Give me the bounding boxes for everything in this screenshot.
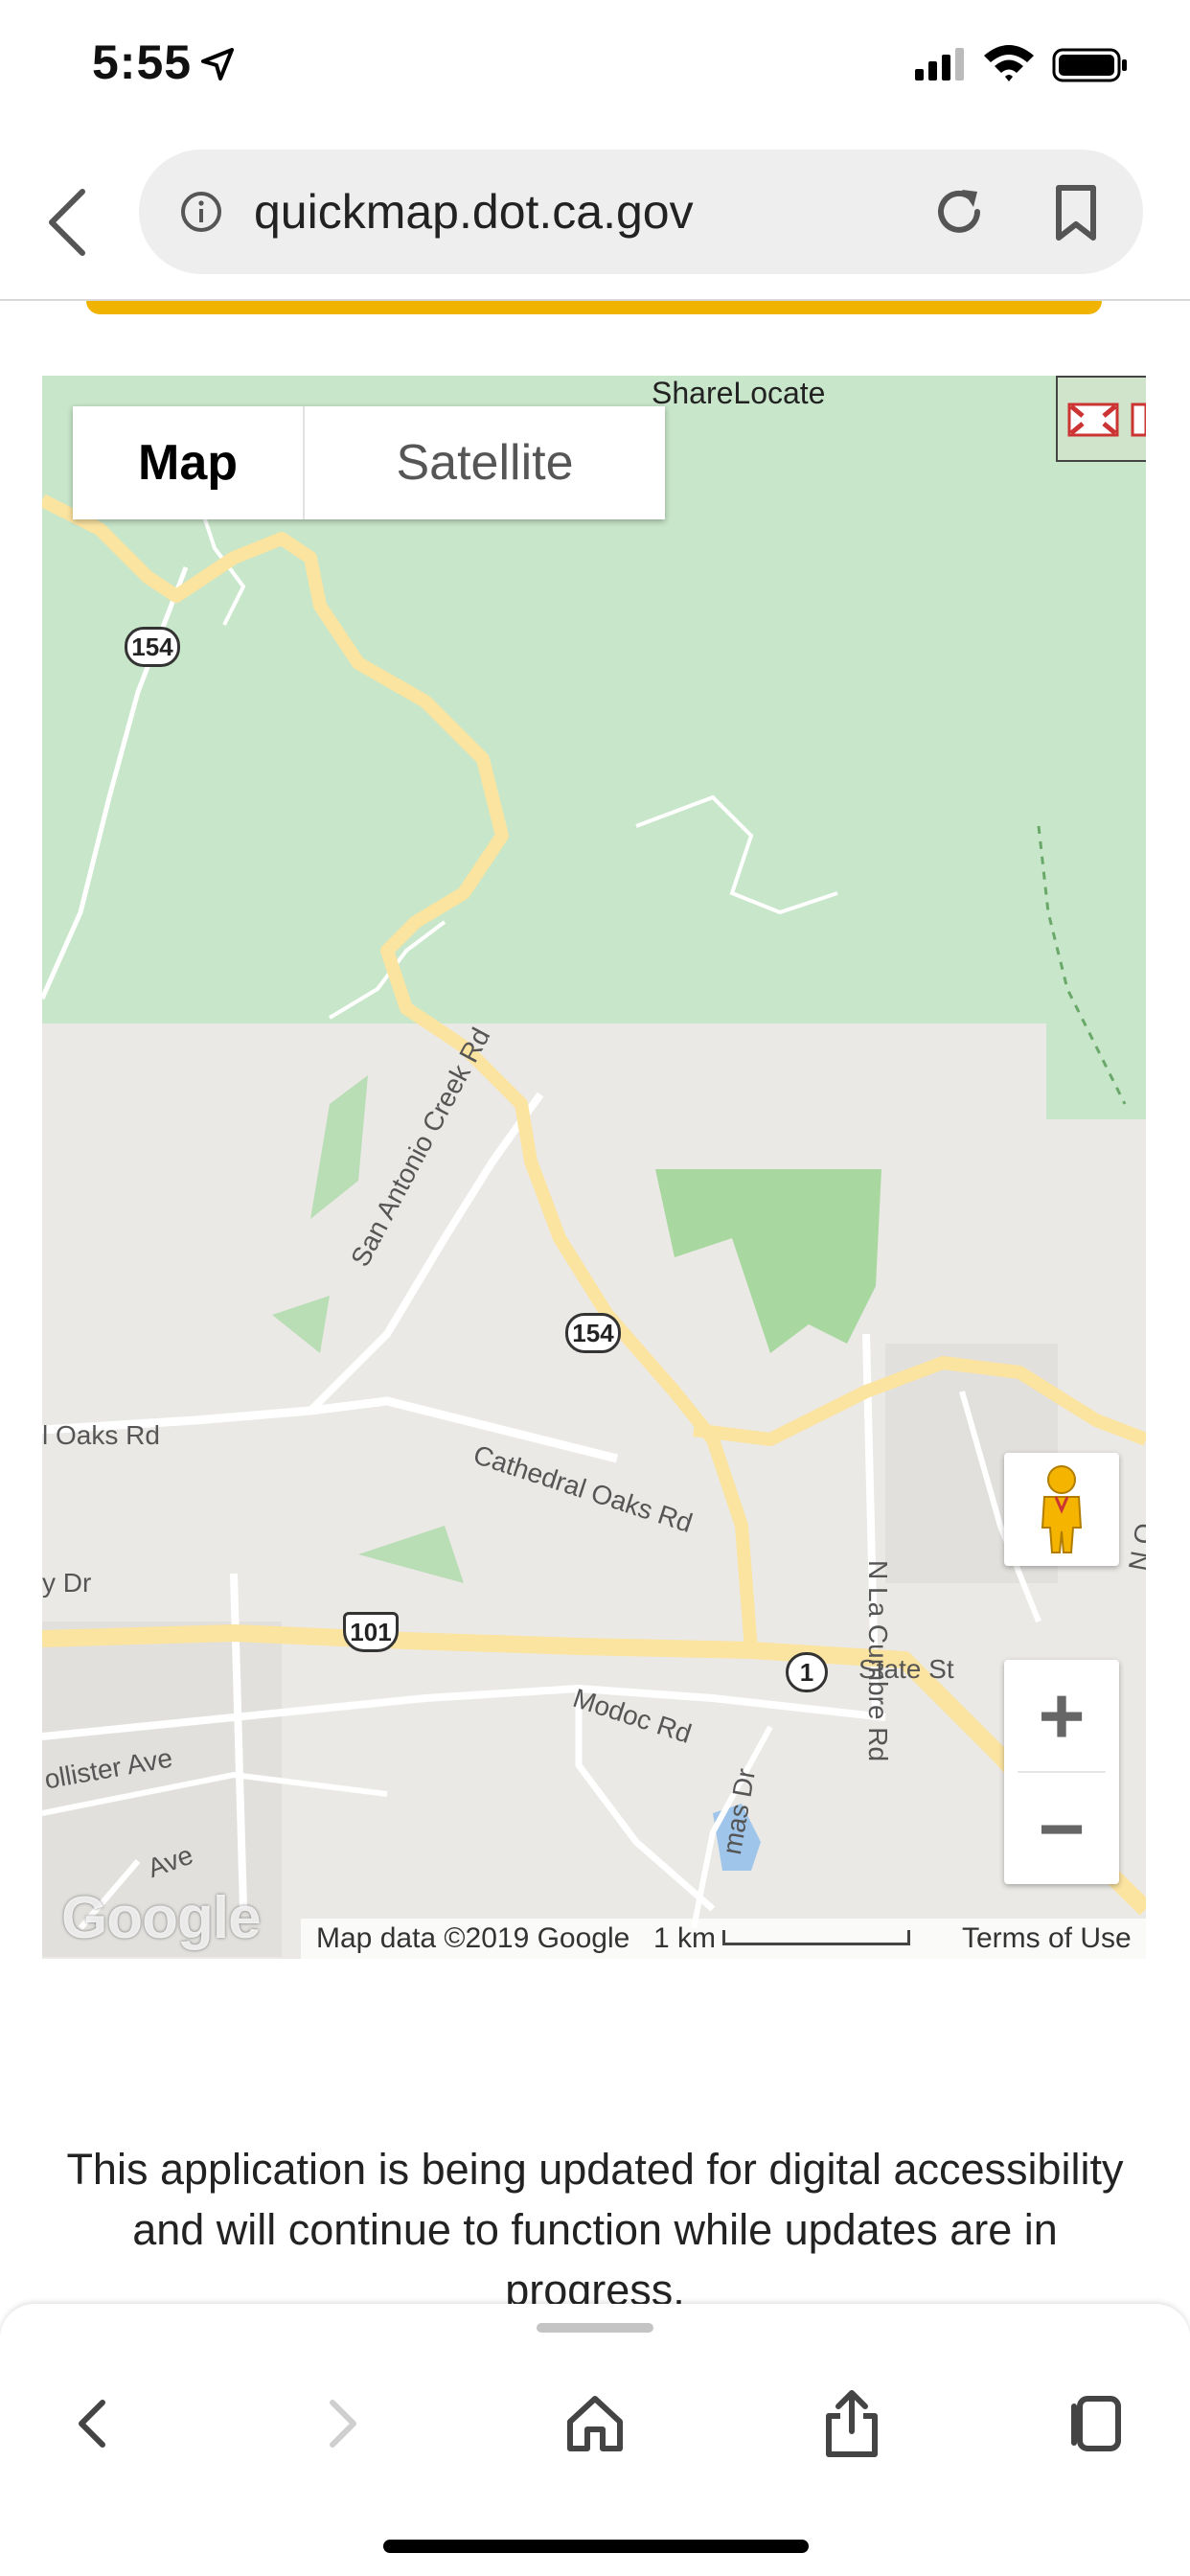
location-arrow-icon [201,48,234,80]
zoom-in-button[interactable]: + [1004,1660,1119,1771]
route-shield-154-top: 154 [125,627,180,667]
pegman-icon [1041,1465,1083,1553]
scale-bar [722,1930,910,1945]
forward-icon [330,2400,356,2448]
wifi-icon [984,45,1034,81]
toolbar-tabs-button[interactable] [1054,2380,1140,2467]
street-view-pegman-button[interactable] [1004,1453,1119,1566]
route-shield-154-mid: 154 [565,1313,621,1353]
info-icon[interactable] [179,190,223,234]
share-icon [826,2390,878,2457]
fullscreen-button[interactable] [1056,376,1146,462]
route-shield-1: 1 [786,1652,828,1692]
page-header-strip [86,301,1102,314]
map-type-map-button[interactable]: Map [73,406,305,519]
browser-toolbar [0,2304,1190,2576]
tabs-icon [1071,2396,1121,2451]
back-icon [79,2400,105,2448]
map-attribution-bar: Map data ©2019 Google 1 km Terms of Use [301,1919,1146,1959]
map-type-control: Map Satellite [73,406,665,519]
zoom-control: + − [1004,1660,1119,1884]
battery-icon [1052,48,1127,82]
home-indicator [383,2540,809,2553]
zoom-out-button[interactable]: − [1004,1773,1119,1884]
map-type-satellite-button[interactable]: Satellite [305,406,665,519]
toolbar-grabber[interactable] [537,2323,653,2333]
status-bar: 5:55 [0,0,1190,134]
toolbar-home-button[interactable] [552,2380,638,2467]
road-label-oaks-rd: l Oaks Rd [42,1420,160,1450]
map-canvas[interactable] [42,376,1146,1959]
fullscreen-icon [1067,402,1146,437]
scale-label: 1 km [653,1922,717,1954]
url-text: quickmap.dot.ca.gov [254,185,694,239]
map-view[interactable]: l Oaks Rd San Antonio Creek Rd Cathedral… [42,376,1146,1959]
share-locate-link[interactable]: ShareLocate [652,376,825,411]
terms-of-use-link[interactable]: Terms of Use [962,1922,1132,1955]
status-time: 5:55 [92,35,193,89]
cellular-signal-icon [915,48,964,80]
toolbar-back-button[interactable] [50,2380,136,2467]
url-field[interactable]: quickmap.dot.ca.gov [139,150,1143,274]
accessibility-notice: This application is being updated for di… [66,2145,1124,2314]
route-shield-101: 101 [343,1612,399,1652]
road-label-y-dr: y Dr [42,1568,92,1598]
home-icon [567,2396,623,2451]
reload-icon[interactable] [929,182,989,242]
google-logo: Google [61,1885,262,1951]
browser-back-icon[interactable] [40,184,98,261]
bookmark-icon[interactable] [1049,184,1103,242]
browser-address-bar-area: quickmap.dot.ca.gov [0,134,1190,301]
road-label-state-st: State St [858,1654,954,1684]
map-data-attribution: Map data ©2019 Google [316,1922,630,1954]
toolbar-forward-button[interactable] [299,2380,385,2467]
toolbar-share-button[interactable] [809,2380,895,2467]
